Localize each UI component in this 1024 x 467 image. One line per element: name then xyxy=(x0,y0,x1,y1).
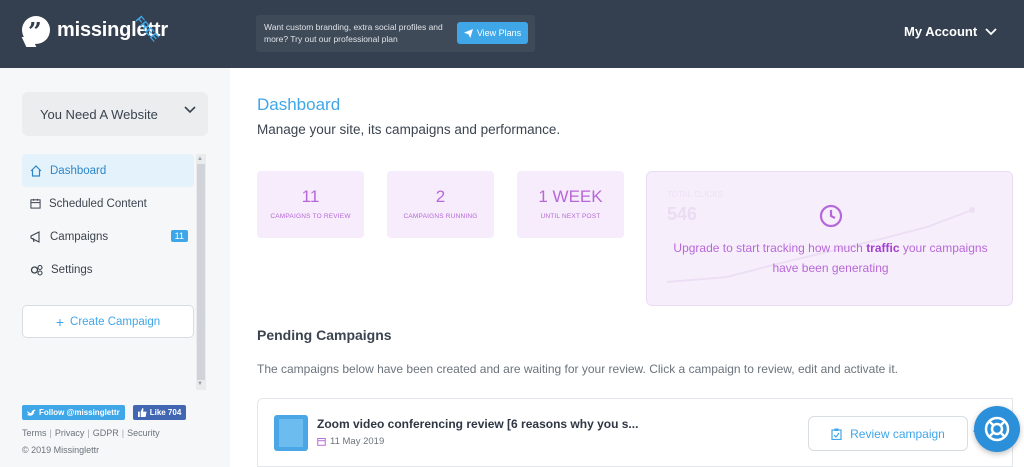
campaign-card[interactable]: Zoom video conferencing review [6 reason… xyxy=(257,398,1013,467)
calendar-icon xyxy=(30,198,41,209)
scroll-up-icon[interactable]: ▲ xyxy=(197,156,203,162)
facebook-like-button[interactable]: Like 704 xyxy=(132,405,187,420)
stat-label: CAMPAIGNS TO REVIEW xyxy=(270,213,351,220)
twitter-bird-icon xyxy=(27,408,36,416)
scroll-down-icon[interactable]: ▼ xyxy=(197,381,203,387)
traffic-upgrade-message: Upgrade to start tracking how much traff… xyxy=(667,238,994,278)
stat-label: UNTIL NEXT POST xyxy=(540,213,601,220)
sidebar-item-label: Dashboard xyxy=(50,164,107,177)
review-campaign-button[interactable]: Review campaign xyxy=(808,416,968,451)
twitter-follow-label: Follow @missinglettr xyxy=(39,408,120,417)
separator: | xyxy=(121,428,125,438)
facebook-like-label: Like 704 xyxy=(149,408,182,417)
pending-campaigns-description: The campaigns below have been created an… xyxy=(257,362,899,376)
chevron-down-icon xyxy=(985,27,997,35)
account-menu[interactable]: My Account xyxy=(904,24,997,39)
stat-campaigns-to-review[interactable]: 11 CAMPAIGNS TO REVIEW xyxy=(257,171,364,238)
campaign-thumbnail xyxy=(274,415,308,451)
site-name: You Need A Website xyxy=(40,106,158,122)
page-subtitle: Manage your site, its campaigns and perf… xyxy=(257,122,561,137)
stat-next-post: 1 WEEK UNTIL NEXT POST xyxy=(517,171,624,238)
traffic-upgrade-panel[interactable]: TOTAL CLICKS 546 Upgrade to start tracki… xyxy=(646,171,1013,306)
page-title: Dashboard xyxy=(257,95,341,114)
sidebar-scrollbar-thumb[interactable] xyxy=(197,164,205,380)
sidebar: You Need A Website Dashboard Scheduled C… xyxy=(0,68,230,467)
lifebuoy-icon xyxy=(984,416,1010,442)
stat-campaigns-running[interactable]: 2 CAMPAIGNS RUNNING xyxy=(387,171,494,238)
sidebar-item-campaigns[interactable]: Campaigns 11 xyxy=(22,220,194,253)
sidebar-item-label: Scheduled Content xyxy=(49,197,147,210)
clipboard-check-icon xyxy=(831,428,842,440)
sidebar-nav: Dashboard Scheduled Content Campaigns 11… xyxy=(22,154,194,286)
site-selector[interactable]: You Need A Website xyxy=(22,92,208,136)
stat-value: 2 xyxy=(435,187,446,206)
view-plans-label: View Plans xyxy=(476,28,522,38)
gears-icon xyxy=(30,264,43,276)
twitter-follow-button[interactable]: Follow @missinglettr xyxy=(22,405,125,420)
campaigns-count-badge: 11 xyxy=(170,230,188,242)
traffic-message-bold: traffic xyxy=(866,241,900,255)
campaign-date: 11 May 2019 xyxy=(317,436,384,447)
home-icon xyxy=(30,164,42,177)
paper-plane-icon xyxy=(463,28,473,38)
footer-link-terms[interactable]: Terms xyxy=(22,428,47,438)
sidebar-item-scheduled-content[interactable]: Scheduled Content xyxy=(22,187,194,220)
promo-text: Want custom branding, extra social profi… xyxy=(264,22,443,44)
campaign-title[interactable]: Zoom video conferencing review [6 reason… xyxy=(317,417,638,431)
sidebar-item-dashboard[interactable]: Dashboard xyxy=(22,154,194,187)
footer-link-gdpr[interactable]: GDPR xyxy=(93,428,119,438)
footer-link-privacy[interactable]: Privacy xyxy=(55,428,85,438)
sidebar-item-label: Settings xyxy=(51,263,93,276)
sidebar-item-settings[interactable]: Settings xyxy=(22,253,194,286)
clock-icon xyxy=(819,204,843,228)
stat-value: 11 xyxy=(301,187,320,206)
upgrade-promo: Want custom branding, extra social profi… xyxy=(256,15,535,52)
view-plans-button[interactable]: View Plans xyxy=(457,22,528,44)
social-buttons: Follow @missinglettr Like 704 xyxy=(22,405,187,420)
footer-links: Terms | Privacy | GDPR | Security xyxy=(22,428,160,438)
stat-value: 1 WEEK xyxy=(538,187,603,206)
separator: | xyxy=(49,428,52,438)
account-label: My Account xyxy=(904,24,978,39)
top-bar: ” missinglettr FREE Want custom branding… xyxy=(0,0,1024,68)
logo-quote-icon: ” xyxy=(22,16,50,46)
stat-label: CAMPAIGNS RUNNING xyxy=(403,213,478,220)
calendar-icon xyxy=(317,438,326,446)
thumbs-up-icon xyxy=(137,408,147,417)
chevron-down-icon xyxy=(184,106,196,114)
megaphone-icon xyxy=(30,230,40,243)
pending-campaigns-heading: Pending Campaigns xyxy=(257,327,392,343)
review-campaign-label: Review campaign xyxy=(850,426,945,441)
campaign-date-text: 11 May 2019 xyxy=(330,436,385,447)
create-campaign-label: Create Campaign xyxy=(70,315,161,328)
create-campaign-button[interactable]: + Create Campaign xyxy=(22,305,194,338)
plus-icon: + xyxy=(55,313,65,330)
separator: | xyxy=(87,428,90,438)
ghost-stat-label: TOTAL CLICKS xyxy=(667,190,723,199)
footer-link-security[interactable]: Security xyxy=(127,428,160,438)
copyright: © 2019 Missinglettr xyxy=(22,445,100,455)
traffic-message-start: Upgrade to start tracking how much xyxy=(673,241,867,255)
sidebar-item-label: Campaigns xyxy=(50,230,109,243)
help-button[interactable] xyxy=(974,406,1020,452)
